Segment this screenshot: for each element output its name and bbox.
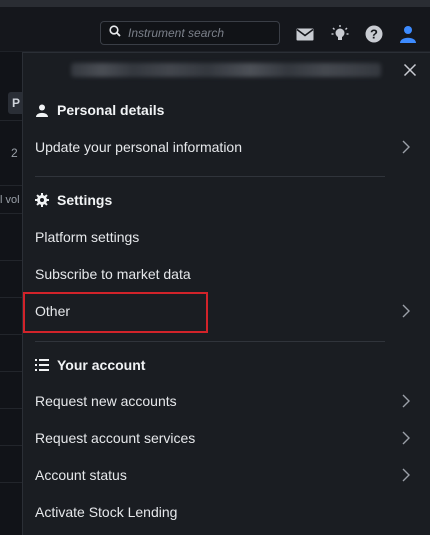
lightbulb-icon[interactable] [330, 24, 350, 44]
close-icon [403, 63, 417, 77]
top-bar: ? [0, 0, 430, 52]
list-icon [35, 358, 49, 372]
user-icon[interactable] [398, 24, 418, 44]
section-title-label: Your account [57, 357, 146, 373]
section-title-label: Settings [57, 192, 113, 208]
section-your-account: Your account [35, 355, 145, 375]
chevron-right-icon [402, 140, 410, 154]
menu-item-label: Update your personal information [35, 139, 243, 155]
chevron-right-icon [402, 468, 410, 482]
menu-item-account-status[interactable]: Account status [23, 457, 430, 493]
gear-icon [35, 193, 49, 207]
menu-item-label: Subscribe to market data [35, 266, 191, 282]
chevron-right-icon [402, 304, 410, 318]
mail-icon[interactable] [295, 24, 315, 44]
blurred-user-name [71, 63, 381, 77]
section-personal-details: Personal details [35, 100, 164, 120]
help-icon[interactable]: ? [364, 24, 384, 44]
background-chip: P [8, 92, 22, 114]
section-title-label: Personal details [57, 102, 165, 118]
search-icon [109, 24, 121, 42]
panel-header [23, 53, 430, 87]
background-number: 2 [11, 146, 18, 160]
menu-item-other[interactable]: Other [23, 293, 430, 329]
background-column-header: l vol [0, 194, 20, 206]
menu-item-label: Account status [35, 467, 127, 483]
person-icon [35, 103, 49, 117]
divider [35, 341, 385, 342]
instrument-search-box[interactable] [100, 21, 280, 45]
chevron-right-icon [402, 394, 410, 408]
menu-item-request-account-services[interactable]: Request account services [23, 420, 430, 456]
menu-item-platform-settings[interactable]: Platform settings [23, 219, 430, 255]
account-menu-panel: Personal details Update your personal in… [22, 52, 430, 535]
instrument-search-input[interactable] [128, 26, 273, 40]
chevron-right-icon [402, 431, 410, 445]
close-button[interactable] [401, 61, 419, 79]
background-app-panel [0, 52, 22, 535]
svg-text:?: ? [370, 27, 378, 42]
menu-item-label: Request account services [35, 430, 196, 446]
window-edge [0, 0, 430, 7]
menu-item-label: Request new accounts [35, 393, 177, 409]
menu-item-activate-stock-lending[interactable]: Activate Stock Lending [23, 494, 430, 530]
menu-item-update-personal-info[interactable]: Update your personal information [23, 129, 430, 165]
menu-item-label: Activate Stock Lending [35, 504, 178, 520]
section-settings: Settings [35, 190, 112, 210]
menu-item-label: Platform settings [35, 229, 140, 245]
menu-item-request-new-accounts[interactable]: Request new accounts [23, 383, 430, 419]
menu-item-subscribe-market-data[interactable]: Subscribe to market data [23, 256, 430, 292]
divider [35, 176, 385, 177]
menu-item-label: Other [35, 303, 71, 319]
